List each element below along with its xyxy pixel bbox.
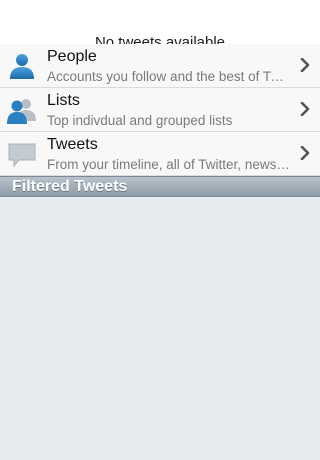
empty-timeline-message: No tweets available bbox=[94, 34, 226, 44]
menu-item-lists[interactable]: Lists Top indivdual and grouped lists bbox=[0, 88, 320, 132]
chevron-right-icon bbox=[300, 146, 310, 160]
speech-bubble-icon bbox=[8, 143, 36, 168]
menu-item-subtitle: Accounts you follow and the best of Twit… bbox=[47, 69, 292, 84]
menu-item-title: Tweets bbox=[47, 136, 98, 153]
people-group-icon bbox=[7, 99, 36, 124]
menu-item-title: People bbox=[47, 48, 97, 65]
filter-menu: People Accounts you follow and the best … bbox=[0, 44, 320, 176]
chevron-right-icon bbox=[300, 58, 310, 72]
menu-item-people[interactable]: People Accounts you follow and the best … bbox=[0, 44, 320, 88]
menu-item-subtitle: Top indivdual and grouped lists bbox=[47, 113, 233, 128]
person-icon bbox=[10, 54, 34, 79]
menu-item-tweets[interactable]: Tweets From your timeline, all of Twitte… bbox=[0, 132, 320, 176]
timeline-background: No tweets available bbox=[0, 0, 320, 44]
menu-item-title: Lists bbox=[47, 92, 80, 109]
chevron-right-icon bbox=[300, 102, 310, 116]
section-header: Filtered Tweets bbox=[0, 176, 320, 197]
section-title: Filtered Tweets bbox=[12, 178, 128, 195]
menu-item-subtitle: From your timeline, all of Twitter, news… bbox=[47, 157, 292, 172]
